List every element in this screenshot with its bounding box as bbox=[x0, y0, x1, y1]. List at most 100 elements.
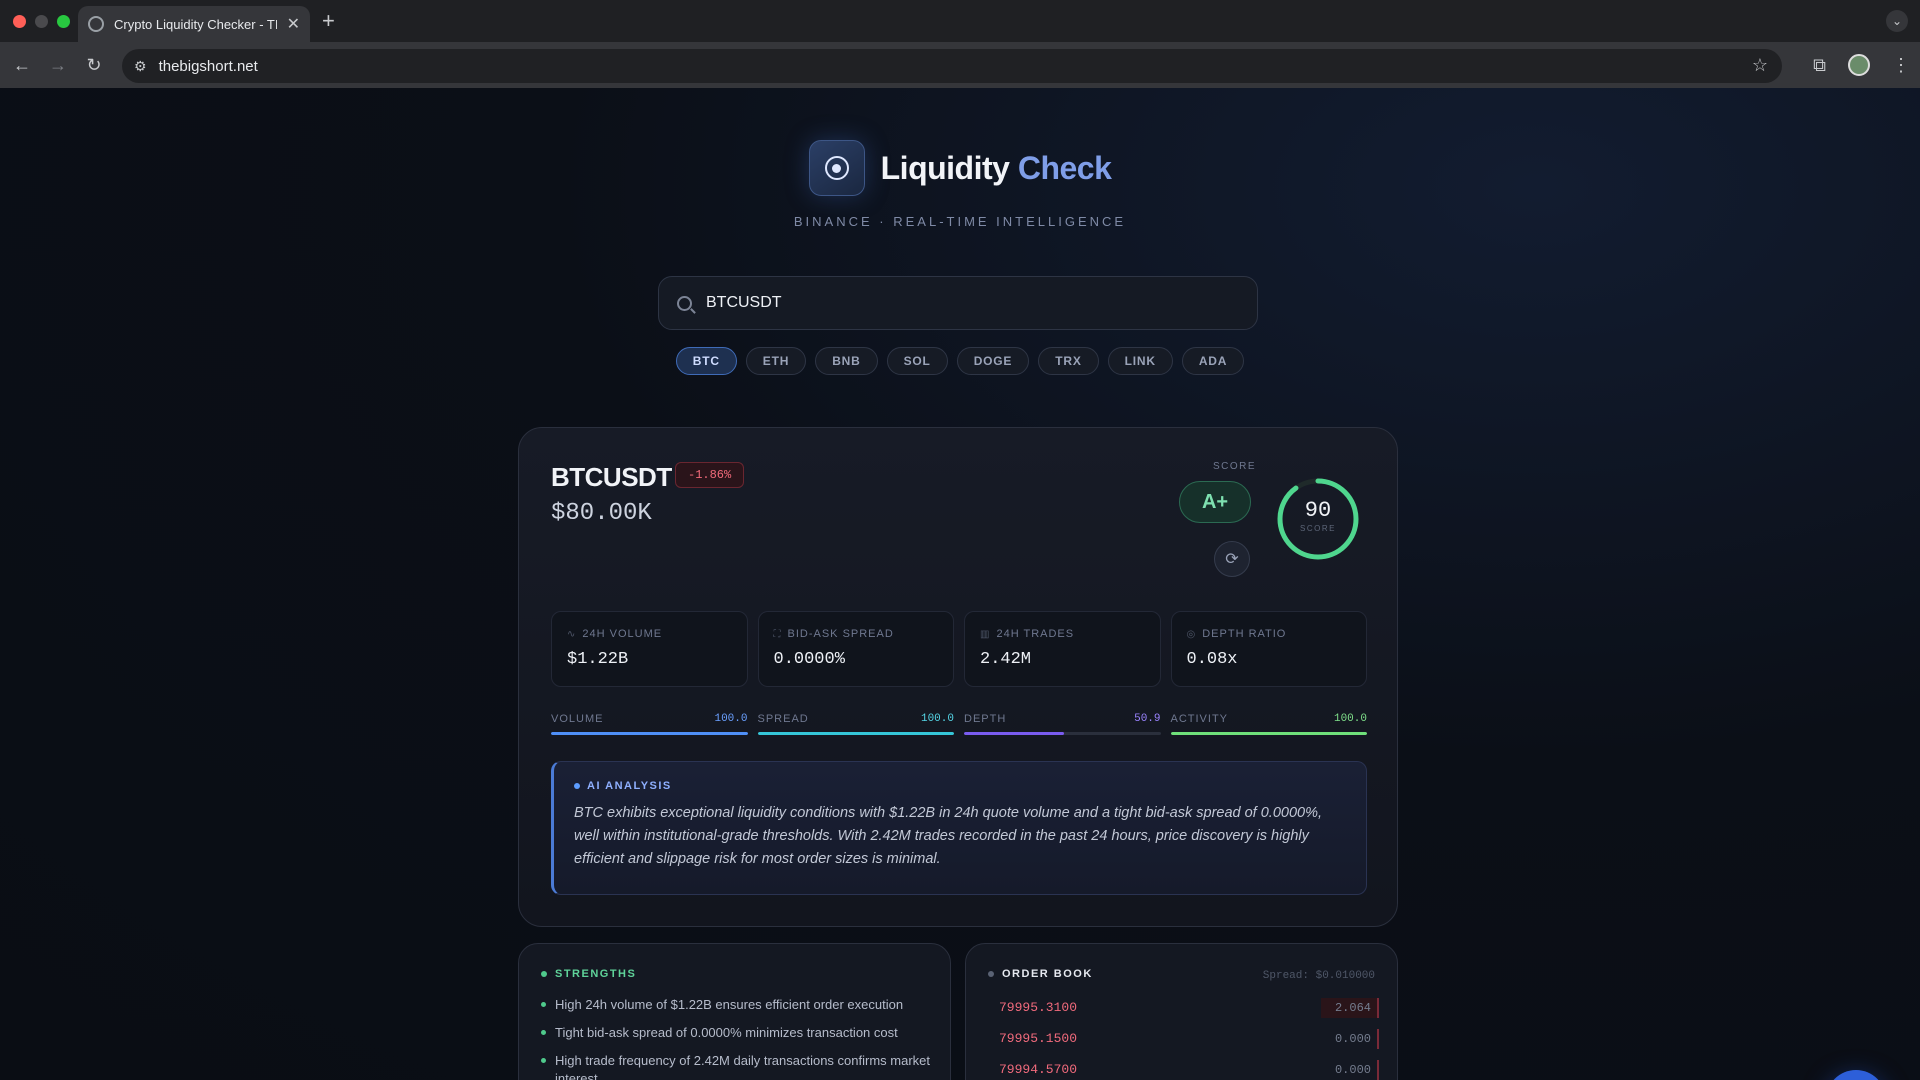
bar-track bbox=[1170, 732, 1367, 735]
list-item: High trade frequency of 2.42M daily tran… bbox=[541, 1052, 931, 1080]
refresh-button[interactable]: ⟳ bbox=[1214, 541, 1250, 577]
menu-kebab-icon[interactable]: ⋮ bbox=[1892, 55, 1910, 76]
chip-link[interactable]: LINK bbox=[1107, 347, 1173, 375]
target-icon: ◎ bbox=[1186, 628, 1197, 640]
search-icon bbox=[677, 295, 692, 311]
bar-label: ACTIVITY bbox=[1170, 713, 1229, 725]
tab-title: Crypto Liquidity Checker - TI bbox=[114, 16, 277, 32]
bar-label: SPREAD bbox=[757, 713, 809, 725]
hero: Liquidity Check BINANCE · REAL-TIME INTE… bbox=[0, 140, 1920, 229]
price-change-badge: -1.86% bbox=[675, 462, 745, 488]
bar-track bbox=[964, 732, 1161, 735]
list-item: High 24h volume of $1.22B ensures effici… bbox=[541, 996, 931, 1014]
table-row: 79994.5700 0.000 bbox=[999, 1054, 1379, 1080]
score-bars: VOLUME 100.0 SPREAD 100.0 DEPTH 50.9 ACTIVITY 1… bbox=[551, 713, 1367, 735]
score-ring: 90 SCORE bbox=[1275, 476, 1361, 562]
score-bar-volume: VOLUME 100.0 bbox=[551, 713, 748, 735]
minimize-window-button[interactable] bbox=[35, 14, 48, 28]
tagline: BINANCE · REAL-TIME INTELLIGENCE bbox=[793, 214, 1127, 229]
bar-fill bbox=[964, 732, 1065, 735]
tab-search-button[interactable]: ⌄ bbox=[1886, 10, 1908, 32]
ai-title: AI ANALYSIS bbox=[587, 780, 672, 792]
search-input[interactable] bbox=[706, 294, 1206, 312]
metric-trades: ▥ 24H TRADES 2.42M bbox=[964, 611, 1161, 687]
bar-fill bbox=[551, 732, 748, 735]
ai-analysis-text: BTC exhibits exceptional liquidity condi… bbox=[574, 805, 1323, 867]
metric-spread: ⛶ BID-ASK SPREAD 0.0000% bbox=[757, 611, 954, 687]
search-box[interactable] bbox=[658, 276, 1258, 330]
metric-depth: ◎ DEPTH RATIO 0.08x bbox=[1170, 611, 1367, 687]
page: Liquidity Check BINANCE · REAL-TIME INTE… bbox=[0, 88, 1920, 1080]
window-controls bbox=[13, 14, 70, 28]
list-item: Tight bid-ask spread of 0.0000% minimize… bbox=[541, 1024, 931, 1042]
order-book-spread: Spread: $0.010000 bbox=[1262, 970, 1375, 982]
ai-analysis-panel: AI ANALYSIS BTC exhibits exceptional liq… bbox=[551, 761, 1367, 895]
chip-eth[interactable]: ETH bbox=[745, 347, 807, 375]
metric-volume: ∿ 24H VOLUME $1.22B bbox=[551, 611, 748, 687]
score-sublabel: SCORE bbox=[1300, 524, 1336, 533]
order-book-title: ORDER BOOK bbox=[1002, 968, 1093, 980]
trend-icon: ∿ bbox=[567, 628, 577, 640]
spread-icon: ⛶ bbox=[773, 628, 782, 640]
order-book-card: ORDER BOOK Spread: $0.010000 79995.3100 … bbox=[965, 943, 1398, 1080]
address-bar[interactable]: ⚙ thebigshort.net ☆ bbox=[122, 49, 1782, 83]
strengths-card: STRENGTHS High 24h volume of $1.22B ensu… bbox=[518, 943, 951, 1080]
bookmark-star-icon[interactable]: ☆ bbox=[1752, 55, 1768, 76]
bar-value: 100.0 bbox=[920, 713, 954, 725]
chip-doge[interactable]: DOGE bbox=[956, 347, 1030, 375]
url-text: thebigshort.net bbox=[158, 57, 258, 75]
metric-value: 0.0000% bbox=[773, 650, 845, 669]
forward-icon[interactable]: → bbox=[40, 55, 76, 76]
new-tab-button[interactable]: + bbox=[322, 8, 335, 34]
site-info-icon[interactable]: ⚙ bbox=[134, 58, 147, 75]
add-button[interactable]: + bbox=[1826, 1070, 1886, 1080]
strengths-title: STRENGTHS bbox=[555, 968, 637, 980]
chip-sol[interactable]: SOL bbox=[886, 347, 948, 375]
strengths-list: High 24h volume of $1.22B ensures effici… bbox=[541, 996, 931, 1080]
brand-title: Liquidity Check bbox=[880, 149, 1112, 186]
back-icon[interactable]: ← bbox=[4, 55, 40, 76]
browser-toolbar: ← → ↻ ⚙ thebigshort.net ☆ ⧉ ⋮ bbox=[0, 42, 1920, 88]
extensions-icon[interactable]: ⧉ bbox=[1813, 55, 1826, 76]
refresh-icon: ⟳ bbox=[1225, 551, 1239, 568]
metrics-row: ∿ 24H VOLUME $1.22B ⛶ BID-ASK SPREAD 0.000… bbox=[551, 611, 1367, 687]
maximize-window-button[interactable] bbox=[57, 14, 70, 28]
status-dot-icon bbox=[541, 971, 547, 977]
bar-track bbox=[551, 732, 748, 735]
browser-tab[interactable]: Crypto Liquidity Checker - TI ✕ bbox=[78, 6, 310, 42]
chip-bnb[interactable]: BNB bbox=[815, 347, 878, 375]
bar-value: 100.0 bbox=[714, 713, 748, 725]
bar-value: 50.9 bbox=[1134, 713, 1161, 725]
score-bar-spread: SPREAD 100.0 bbox=[757, 713, 954, 735]
globe-icon bbox=[88, 16, 104, 32]
close-tab-icon[interactable]: ✕ bbox=[287, 14, 300, 34]
chip-trx[interactable]: TRX bbox=[1038, 347, 1099, 375]
reload-icon[interactable]: ↻ bbox=[76, 55, 112, 76]
score-number: 90 bbox=[1304, 498, 1332, 523]
close-window-button[interactable] bbox=[13, 14, 26, 28]
bar-value: 100.0 bbox=[1333, 713, 1367, 725]
bar-track bbox=[757, 732, 954, 735]
ask-qty: 2.064 bbox=[1320, 997, 1379, 1018]
chip-btc[interactable]: BTC bbox=[675, 347, 737, 375]
ask-price: 79994.5700 bbox=[999, 1062, 1078, 1077]
bar-label: VOLUME bbox=[551, 713, 604, 725]
grade-badge: A+ bbox=[1179, 481, 1251, 523]
symbol-chips: BTC ETH BNB SOL DOGE TRX LINK ADA bbox=[0, 347, 1920, 375]
symbol-title: BTCUSDT bbox=[551, 462, 672, 492]
ask-price: 79995.1500 bbox=[999, 1031, 1078, 1046]
ask-price: 79995.3100 bbox=[999, 1000, 1078, 1015]
bar-label: DEPTH bbox=[964, 713, 1007, 725]
avatar[interactable] bbox=[1848, 54, 1870, 76]
status-dot-icon bbox=[988, 971, 994, 977]
metric-value: $1.22B bbox=[567, 650, 629, 669]
bar-fill bbox=[1170, 732, 1367, 735]
bar-fill bbox=[757, 732, 954, 735]
table-row: 79995.1500 0.000 bbox=[999, 1023, 1379, 1054]
price-value: $80.00K bbox=[551, 500, 652, 527]
score-bar-depth: DEPTH 50.9 bbox=[964, 713, 1161, 735]
metric-value: 0.08x bbox=[1186, 650, 1238, 669]
chip-ada[interactable]: ADA bbox=[1181, 347, 1245, 375]
bars-icon: ▥ bbox=[980, 628, 991, 640]
metric-value: 2.42M bbox=[980, 650, 1032, 669]
